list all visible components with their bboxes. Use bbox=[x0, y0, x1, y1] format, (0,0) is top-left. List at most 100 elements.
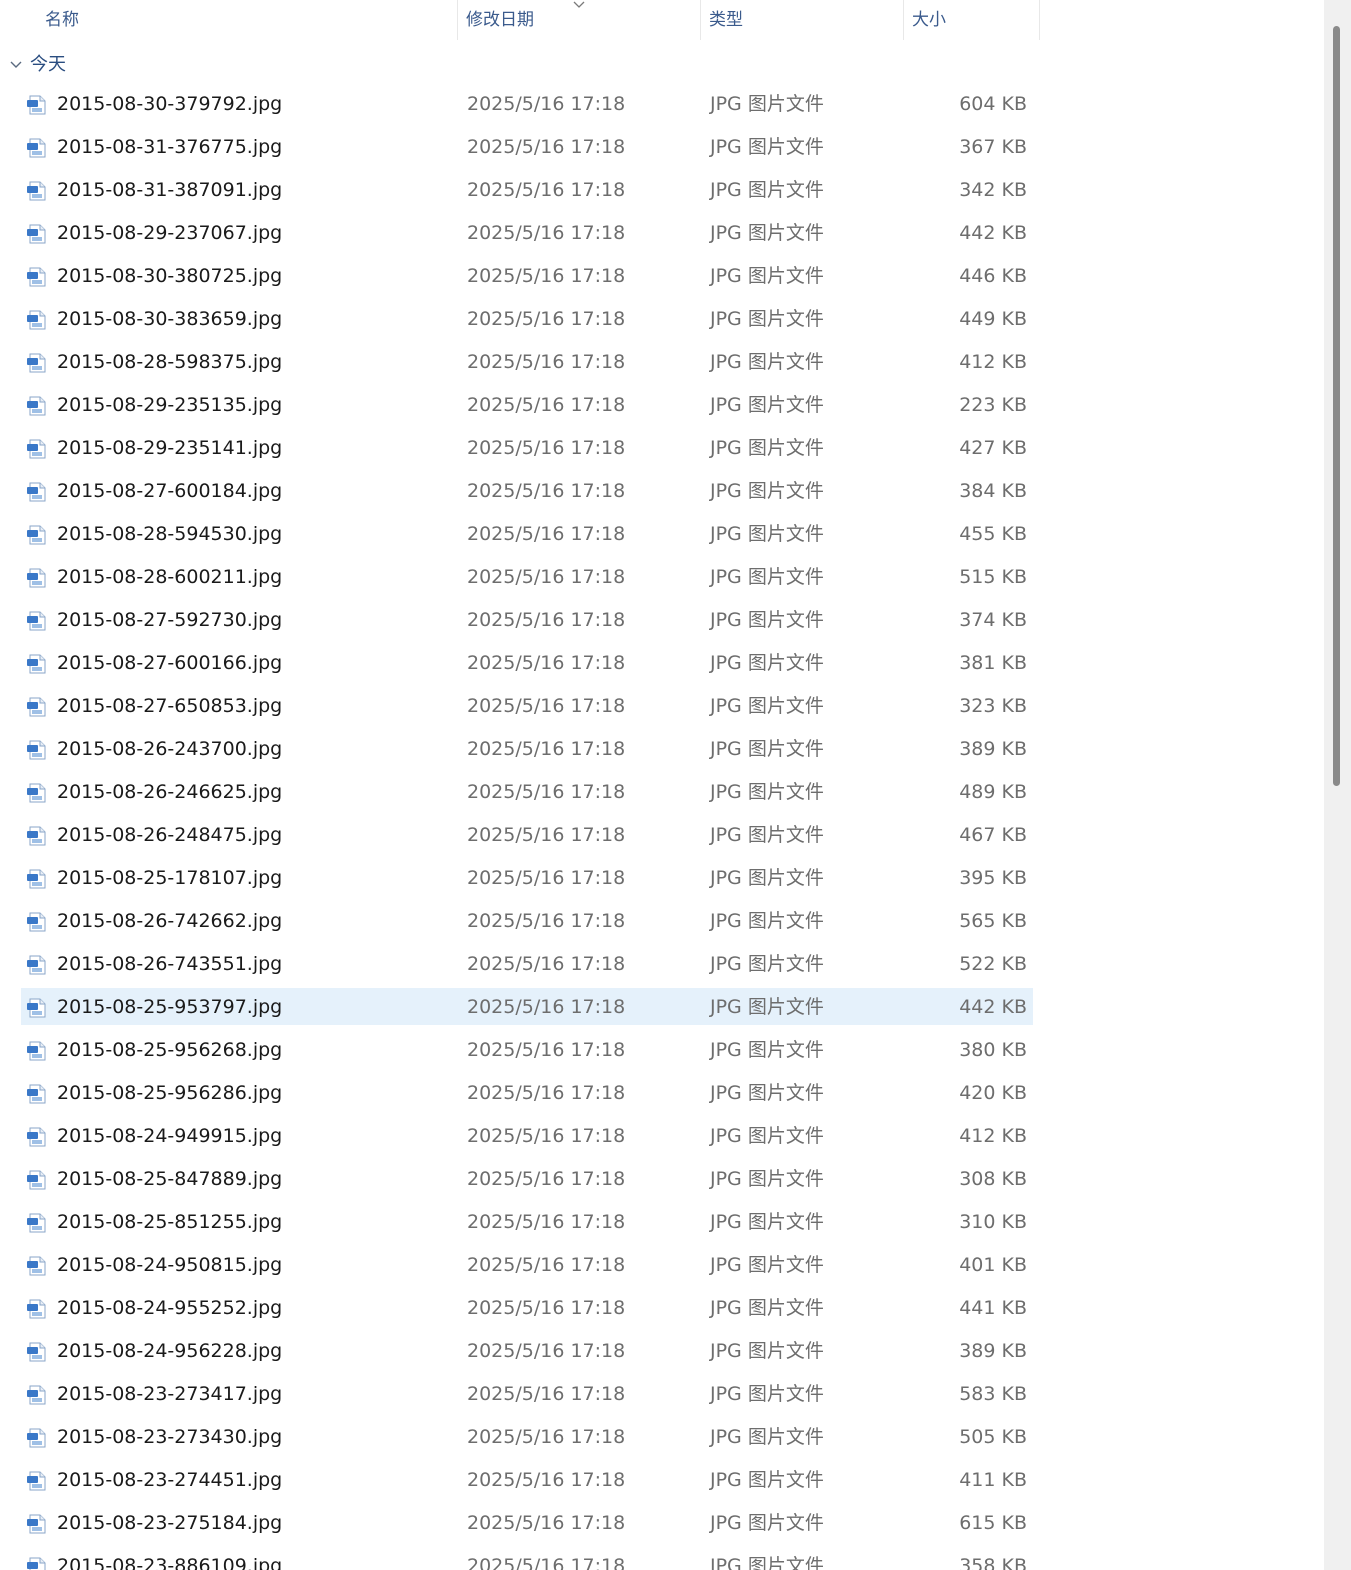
file-row[interactable]: 2015-08-27-600184.jpg 2025/5/16 17:18 JPG … bbox=[0, 470, 1040, 513]
file-type: JPG 图片文件 bbox=[710, 738, 824, 760]
file-row[interactable]: 2015-08-24-955252.jpg 2025/5/16 17:18 JPG … bbox=[0, 1287, 1040, 1330]
file-name: 2015-08-29-237067.jpg bbox=[57, 222, 283, 244]
file-row[interactable]: 2015-08-25-956286.jpg 2025/5/16 17:18 JPG … bbox=[0, 1072, 1040, 1115]
file-date: 2025/5/16 17:18 bbox=[467, 996, 626, 1018]
file-row[interactable]: 2015-08-26-743551.jpg 2025/5/16 17:18 JPG … bbox=[0, 943, 1040, 986]
file-size: 522 KB bbox=[959, 953, 1027, 975]
file-date: 2025/5/16 17:18 bbox=[467, 222, 626, 244]
file-type: JPG 图片文件 bbox=[710, 1082, 824, 1104]
file-type: JPG 图片文件 bbox=[710, 1383, 824, 1405]
file-type: JPG 图片文件 bbox=[710, 1469, 824, 1491]
file-size: 367 KB bbox=[959, 136, 1027, 158]
jpg-file-icon bbox=[26, 1299, 48, 1319]
file-date: 2025/5/16 17:18 bbox=[467, 308, 626, 330]
file-row[interactable]: 2015-08-26-248475.jpg 2025/5/16 17:18 JPG … bbox=[0, 814, 1040, 857]
file-row[interactable]: 2015-08-29-235135.jpg 2025/5/16 17:18 JPG … bbox=[0, 384, 1040, 427]
file-date: 2025/5/16 17:18 bbox=[467, 351, 626, 373]
file-row[interactable]: 2015-08-28-598375.jpg 2025/5/16 17:18 JPG … bbox=[0, 341, 1040, 384]
file-row[interactable]: 2015-08-23-273430.jpg 2025/5/16 17:18 JPG … bbox=[0, 1416, 1040, 1459]
chevron-down-icon[interactable] bbox=[8, 57, 24, 73]
file-size: 583 KB bbox=[959, 1383, 1027, 1405]
file-type: JPG 图片文件 bbox=[710, 308, 824, 330]
column-header-name[interactable]: 名称 bbox=[37, 0, 458, 40]
file-size: 412 KB bbox=[959, 1125, 1027, 1147]
file-row[interactable]: 2015-08-25-847889.jpg 2025/5/16 17:18 JPG … bbox=[0, 1158, 1040, 1201]
file-name: 2015-08-24-949915.jpg bbox=[57, 1125, 283, 1147]
file-date: 2025/5/16 17:18 bbox=[467, 437, 626, 459]
file-type: JPG 图片文件 bbox=[710, 1254, 824, 1276]
file-row[interactable]: 2015-08-27-650853.jpg 2025/5/16 17:18 JPG … bbox=[0, 685, 1040, 728]
column-header-size[interactable]: 大小 bbox=[904, 0, 1040, 40]
file-row[interactable]: 2015-08-25-953797.jpg 2025/5/16 17:18 JPG … bbox=[0, 986, 1040, 1029]
file-row[interactable]: 2015-08-23-275184.jpg 2025/5/16 17:18 JPG … bbox=[0, 1502, 1040, 1545]
column-header-type[interactable]: 类型 bbox=[701, 0, 904, 40]
file-name: 2015-08-26-743551.jpg bbox=[57, 953, 283, 975]
file-date: 2025/5/16 17:18 bbox=[467, 523, 626, 545]
file-size: 489 KB bbox=[959, 781, 1027, 803]
file-row[interactable]: 2015-08-25-851255.jpg 2025/5/16 17:18 JPG … bbox=[0, 1201, 1040, 1244]
file-type: JPG 图片文件 bbox=[710, 93, 824, 115]
file-row[interactable]: 2015-08-23-886109.jpg 2025/5/16 17:18 JPG … bbox=[0, 1545, 1040, 1570]
file-name: 2015-08-27-600166.jpg bbox=[57, 652, 283, 674]
file-name: 2015-08-27-650853.jpg bbox=[57, 695, 283, 717]
file-type: JPG 图片文件 bbox=[710, 480, 824, 502]
file-date: 2025/5/16 17:18 bbox=[467, 566, 626, 588]
file-name: 2015-08-28-598375.jpg bbox=[57, 351, 283, 373]
file-row[interactable]: 2015-08-30-383659.jpg 2025/5/16 17:18 JPG … bbox=[0, 298, 1040, 341]
file-name: 2015-08-30-383659.jpg bbox=[57, 308, 283, 330]
file-row[interactable]: 2015-08-24-956228.jpg 2025/5/16 17:18 JPG … bbox=[0, 1330, 1040, 1373]
jpg-file-icon bbox=[26, 224, 48, 244]
file-type: JPG 图片文件 bbox=[710, 867, 824, 889]
file-type: JPG 图片文件 bbox=[710, 1168, 824, 1190]
file-row[interactable]: 2015-08-26-742662.jpg 2025/5/16 17:18 JPG … bbox=[0, 900, 1040, 943]
column-divider[interactable] bbox=[1039, 0, 1040, 40]
file-row[interactable]: 2015-08-29-235141.jpg 2025/5/16 17:18 JPG … bbox=[0, 427, 1040, 470]
column-header-date-label: 修改日期 bbox=[466, 10, 534, 30]
file-row[interactable]: 2015-08-27-600166.jpg 2025/5/16 17:18 JPG … bbox=[0, 642, 1040, 685]
file-type: JPG 图片文件 bbox=[710, 1297, 824, 1319]
file-row[interactable]: 2015-08-28-594530.jpg 2025/5/16 17:18 JPG … bbox=[0, 513, 1040, 556]
file-type: JPG 图片文件 bbox=[710, 265, 824, 287]
file-type: JPG 图片文件 bbox=[710, 222, 824, 244]
file-row[interactable]: 2015-08-30-379792.jpg 2025/5/16 17:18 JPG … bbox=[0, 83, 1040, 126]
file-size: 310 KB bbox=[959, 1211, 1027, 1233]
file-date: 2025/5/16 17:18 bbox=[467, 1555, 626, 1570]
column-header-size-label: 大小 bbox=[912, 10, 946, 30]
file-row[interactable]: 2015-08-25-956268.jpg 2025/5/16 17:18 JPG … bbox=[0, 1029, 1040, 1072]
file-size: 427 KB bbox=[959, 437, 1027, 459]
jpg-file-icon bbox=[26, 654, 48, 674]
file-row[interactable]: 2015-08-24-949915.jpg 2025/5/16 17:18 JPG … bbox=[0, 1115, 1040, 1158]
file-size: 455 KB bbox=[959, 523, 1027, 545]
file-type: JPG 图片文件 bbox=[710, 566, 824, 588]
file-size: 449 KB bbox=[959, 308, 1027, 330]
jpg-file-icon bbox=[26, 95, 48, 115]
file-type: JPG 图片文件 bbox=[710, 523, 824, 545]
file-date: 2025/5/16 17:18 bbox=[467, 1426, 626, 1448]
file-row[interactable]: 2015-08-23-274451.jpg 2025/5/16 17:18 JPG … bbox=[0, 1459, 1040, 1502]
file-row[interactable]: 2015-08-30-380725.jpg 2025/5/16 17:18 JPG … bbox=[0, 255, 1040, 298]
file-size: 223 KB bbox=[959, 394, 1027, 416]
file-name: 2015-08-26-248475.jpg bbox=[57, 824, 283, 846]
group-header-today[interactable]: 今天 bbox=[8, 50, 66, 80]
jpg-file-icon bbox=[26, 740, 48, 760]
file-size: 467 KB bbox=[959, 824, 1027, 846]
file-row[interactable]: 2015-08-31-376775.jpg 2025/5/16 17:18 JPG … bbox=[0, 126, 1040, 169]
file-size: 323 KB bbox=[959, 695, 1027, 717]
file-name: 2015-08-23-273417.jpg bbox=[57, 1383, 283, 1405]
file-row[interactable]: 2015-08-26-243700.jpg 2025/5/16 17:18 JPG … bbox=[0, 728, 1040, 771]
file-row[interactable]: 2015-08-26-246625.jpg 2025/5/16 17:18 JPG … bbox=[0, 771, 1040, 814]
file-size: 374 KB bbox=[959, 609, 1027, 631]
jpg-file-icon bbox=[26, 353, 48, 373]
file-row[interactable]: 2015-08-24-950815.jpg 2025/5/16 17:18 JPG … bbox=[0, 1244, 1040, 1287]
file-date: 2025/5/16 17:18 bbox=[467, 1125, 626, 1147]
file-row[interactable]: 2015-08-29-237067.jpg 2025/5/16 17:18 JPG … bbox=[0, 212, 1040, 255]
file-name: 2015-08-25-953797.jpg bbox=[57, 996, 283, 1018]
scrollbar-thumb[interactable] bbox=[1333, 26, 1340, 786]
file-row[interactable]: 2015-08-27-592730.jpg 2025/5/16 17:18 JPG … bbox=[0, 599, 1040, 642]
file-row[interactable]: 2015-08-25-178107.jpg 2025/5/16 17:18 JPG … bbox=[0, 857, 1040, 900]
file-name: 2015-08-28-594530.jpg bbox=[57, 523, 283, 545]
file-row[interactable]: 2015-08-28-600211.jpg 2025/5/16 17:18 JPG … bbox=[0, 556, 1040, 599]
file-row[interactable]: 2015-08-23-273417.jpg 2025/5/16 17:18 JPG … bbox=[0, 1373, 1040, 1416]
file-row[interactable]: 2015-08-31-387091.jpg 2025/5/16 17:18 JPG … bbox=[0, 169, 1040, 212]
jpg-file-icon bbox=[26, 1041, 48, 1061]
